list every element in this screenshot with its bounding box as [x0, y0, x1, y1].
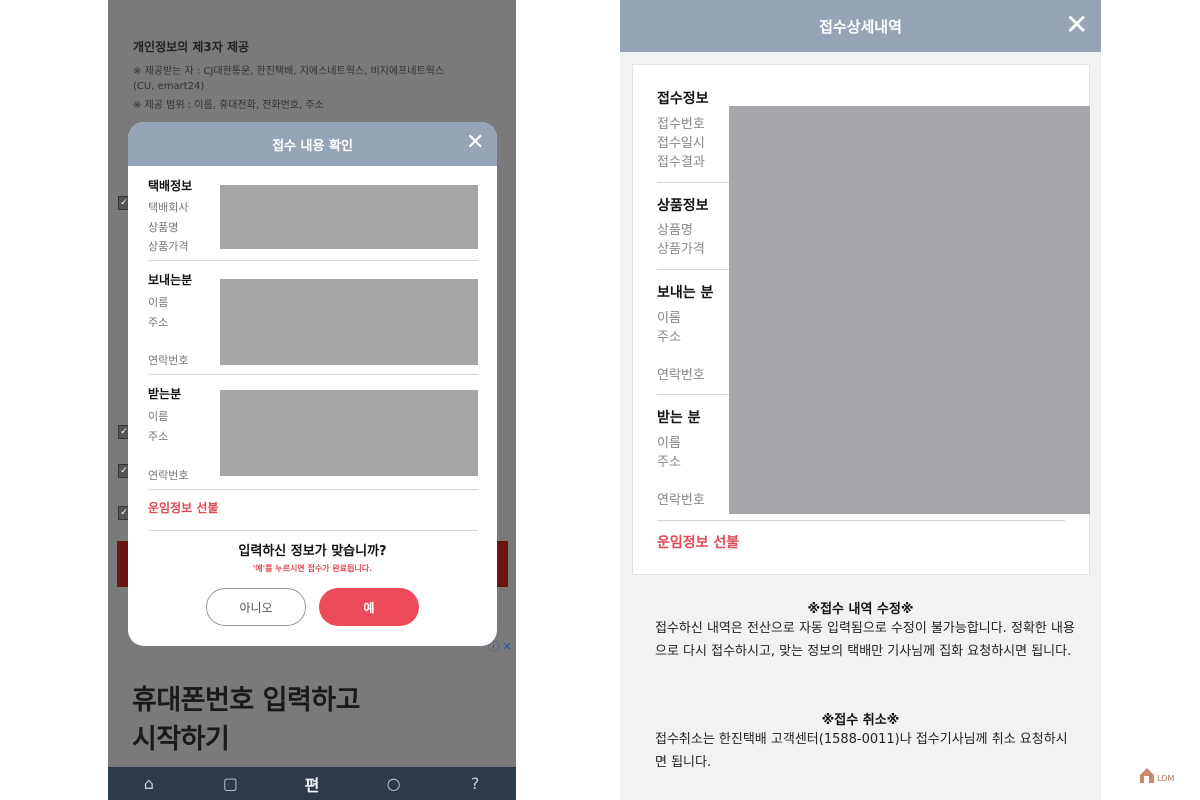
section-heading-recipient: 받는분 [148, 387, 182, 401]
divider [148, 374, 478, 375]
field-label: 상품가격 [657, 242, 705, 257]
ad-headline-2: 시작하기 [132, 724, 230, 755]
scope-line: ※ 제공 범위 : 이름, 휴대전화, 전화번호, 주소 [133, 100, 324, 111]
field-label: 상품가격 [148, 240, 189, 253]
pyeon-logo-icon[interactable]: 편 [292, 772, 332, 796]
section-heading-sender: 보내는 분 [657, 285, 714, 301]
field-label: 연락번호 [657, 368, 705, 383]
ad-headline: 휴대폰번호 입력하고 [132, 685, 360, 716]
box-icon[interactable]: ▢ [210, 774, 250, 793]
recipients-line-2: (CU, emart24) [133, 81, 205, 92]
field-label: 연락번호 [148, 354, 189, 367]
home-icon[interactable]: ⌂ [129, 774, 169, 793]
section-heading-receipt: 접수정보 [657, 91, 709, 107]
field-label: 이름 [657, 311, 681, 326]
redacted-block [220, 390, 478, 476]
redacted-block [220, 279, 478, 365]
confirm-note: '예'를 누르시면 접수가 완료됩니다. [252, 564, 373, 573]
section-heading-courier: 택배정보 [148, 179, 193, 193]
left-phone-screen: 개인정보의 제3자 제공 ※ 제공받는 자 : CJ대한통운, 한진택배, 지에… [108, 0, 516, 800]
freight-info: 운임정보 선불 [148, 501, 219, 515]
section-heading-product: 상품정보 [657, 198, 709, 214]
field-label: 상품명 [657, 223, 693, 238]
close-icon[interactable]: ✕ [1065, 10, 1088, 40]
field-label: 접수결과 [657, 155, 705, 170]
field-label: 연락번호 [148, 469, 189, 482]
redacted-block [220, 185, 478, 249]
field-label: 접수번호 [657, 117, 705, 132]
redacted-block [729, 106, 1090, 514]
field-label: 이름 [657, 436, 681, 451]
detail-title: 접수상세내역 [819, 18, 902, 36]
divider [657, 394, 729, 395]
divider [657, 269, 729, 270]
field-label: 주소 [657, 330, 681, 345]
privacy-title: 개인정보의 제3자 제공 [133, 40, 250, 54]
confirm-modal: 접수 내용 확인 ✕ 택배정보 택배회사 상품명 상품가격 보내는분 이름 주소… [128, 122, 497, 646]
section-heading-recipient: 받는 분 [657, 410, 701, 426]
field-label: 주소 [657, 455, 681, 470]
help-icon[interactable]: ? [455, 774, 495, 793]
detail-card: 접수정보 접수번호 접수일시 접수결과 상품정보 상품명 상품가격 보내는 분 … [632, 64, 1090, 575]
edit-notice-text: 접수하신 내역은 전산으로 자동 입력됨으로 수정이 불가능합니다. 정확한 내… [655, 621, 1075, 659]
no-button[interactable]: 아니오 [206, 588, 306, 626]
watermark-text: LOM [1157, 774, 1174, 783]
watermark-logo: LOM [1138, 765, 1178, 785]
field-label: 주소 [148, 430, 169, 443]
right-phone-screen: 접수상세내역 ✕ 접수정보 접수번호 접수일시 접수결과 상품정보 상품명 상품… [620, 0, 1101, 800]
divider [148, 489, 478, 490]
field-label: 이름 [148, 296, 169, 309]
field-label: 상품명 [148, 221, 179, 234]
divider [148, 530, 478, 531]
freight-info: 운임정보 선불 [657, 535, 740, 551]
divider [657, 520, 1065, 521]
modal-title: 접수 내용 확인 [272, 139, 353, 154]
field-label: 접수일시 [657, 136, 705, 151]
field-label: 이름 [148, 410, 169, 423]
yes-button[interactable]: 예 [319, 588, 419, 626]
field-label: 주소 [148, 316, 169, 329]
close-icon[interactable]: ✕ [466, 130, 484, 156]
section-heading-sender: 보내는분 [148, 273, 193, 287]
confirm-question: 입력하신 정보가 맞습니까? [238, 544, 387, 559]
search-icon[interactable]: ○ [374, 774, 414, 793]
divider [657, 182, 729, 183]
cancel-notice-text: 접수취소는 한진택배 고객센터(1588-0011)나 접수기사님께 취소 요청… [655, 732, 1068, 770]
field-label: 연락번호 [657, 493, 705, 508]
edit-notice-heading: ※접수 내역 수정※ [807, 602, 914, 617]
bottom-nav: ⌂ ▢ 편 ○ ? [108, 767, 516, 800]
recipients-line: ※ 제공받는 자 : CJ대한통운, 한진택배, 지에스네트웍스, 비지에프네트… [133, 66, 445, 77]
cancel-notice-heading: ※접수 취소※ [821, 713, 900, 728]
divider [148, 260, 478, 261]
field-label: 택배회사 [148, 201, 189, 214]
house-logo-icon: LOM [1140, 768, 1174, 783]
